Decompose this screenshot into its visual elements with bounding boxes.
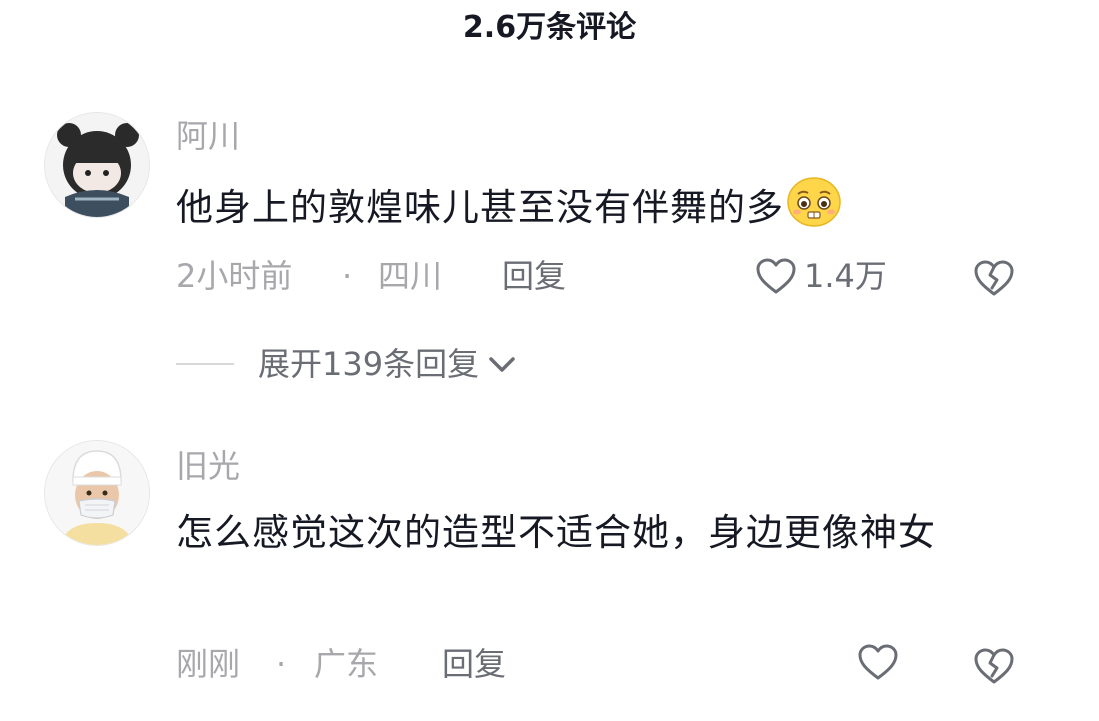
comment-meta: 2小时前 · 四川 回复 1.4万 <box>176 254 1039 298</box>
meta-separator: · <box>276 645 287 683</box>
comment-text: 他身上的敦煌味儿甚至没有伴舞的多 <box>176 186 784 229</box>
avatar[interactable] <box>44 112 150 218</box>
heart-outline-icon <box>756 258 796 294</box>
comment-time: 刚刚 <box>176 645 241 683</box>
heart-outline-icon <box>858 644 898 680</box>
pleading-face-emoji-icon <box>786 176 842 241</box>
expand-replies-button[interactable]: 展开139条回复 <box>176 342 519 386</box>
like-count: 1.4万 <box>804 257 887 295</box>
chevron-down-icon <box>489 357 515 372</box>
broken-heart-icon <box>974 260 1014 296</box>
comment-username[interactable]: 旧光 <box>176 446 1039 486</box>
reply-button[interactable]: 回复 <box>442 642 506 686</box>
avatar[interactable] <box>44 440 150 546</box>
comment-location: 广东 <box>314 645 379 683</box>
comments-count-title: 2.6万条评论 <box>462 10 637 45</box>
broken-heart-icon <box>974 648 1014 684</box>
like-button[interactable]: 1.4万 <box>754 254 887 298</box>
comment-text: 怎么感觉这次的造型不适合她，身边更像神女 <box>176 511 936 554</box>
dislike-button[interactable] <box>972 258 1016 309</box>
like-button[interactable] <box>856 642 900 682</box>
reply-button[interactable]: 回复 <box>502 254 566 298</box>
meta-separator: · <box>342 257 353 295</box>
expand-divider <box>176 363 234 365</box>
comment-location: 四川 <box>378 257 443 295</box>
dislike-button[interactable] <box>972 646 1016 697</box>
expand-replies-label: 展开139条回复 <box>258 345 480 383</box>
comment-meta: 刚刚 · 广东 回复 <box>176 642 1039 686</box>
comment-time: 2小时前 <box>176 257 293 295</box>
comment-username[interactable]: 阿川 <box>176 116 1039 156</box>
